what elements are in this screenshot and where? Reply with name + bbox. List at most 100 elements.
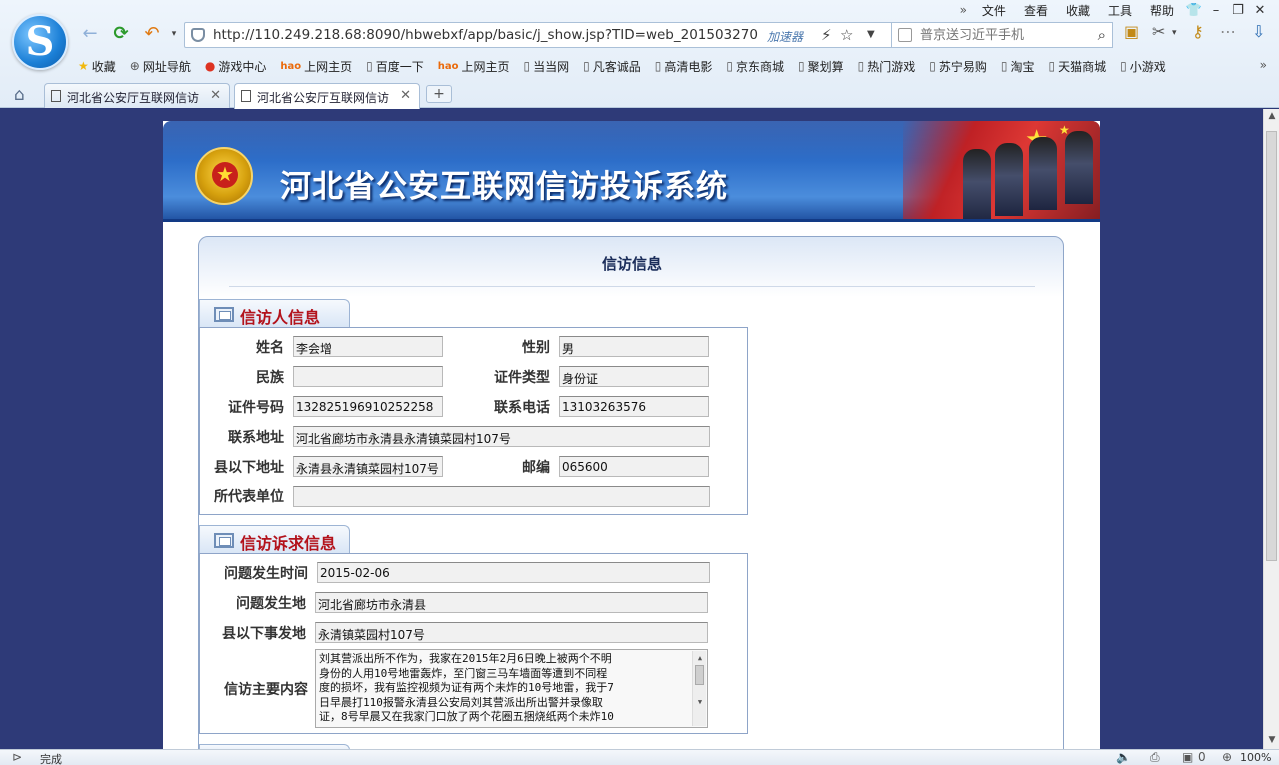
zoom-level[interactable]: 100% [1240, 751, 1271, 764]
ethnic-label: 民族 [256, 370, 284, 386]
phone-field[interactable]: 13103263576 [559, 396, 709, 417]
page-scroll-thumb[interactable] [1266, 131, 1277, 561]
bookmark-item[interactable]: ▯ 凡客诚品 [583, 58, 641, 75]
scroll-down-icon[interactable]: ▼ [693, 695, 707, 710]
bookmark-label: 上网主页 [304, 59, 353, 74]
bookmark-item[interactable]: ● 游戏中心 [205, 58, 267, 75]
scroll-thumb[interactable] [695, 665, 704, 685]
zip-label: 邮编 [522, 460, 550, 476]
bookmark-item[interactable]: ▯ 淘宝 [1001, 58, 1035, 75]
address-label: 联系地址 [228, 430, 284, 446]
screenshot-scissors-icon[interactable]: ✂ [1152, 22, 1165, 41]
scroll-down-icon[interactable]: ▼ [1264, 735, 1279, 745]
address-dropdown-icon[interactable]: ▼ [867, 29, 875, 40]
bookmark-item[interactable]: ▯ 热门游戏 [858, 58, 916, 75]
page-icon: ▯ [654, 59, 662, 73]
security-shield-icon [191, 28, 205, 42]
menu-view[interactable]: 查看 [1015, 2, 1057, 19]
bookmark-label: 天猫商城 [1058, 59, 1107, 74]
menu-expand-icon[interactable]: » [954, 3, 973, 17]
bookmark-item[interactable]: ▯ 聚划算 [798, 58, 844, 75]
ethnic-field[interactable] [293, 366, 443, 387]
sidebar-icon[interactable]: ▣ [1124, 22, 1139, 41]
address-field[interactable]: 河北省廊坊市永清县永清镇菜园村107号 [293, 426, 710, 447]
name-field[interactable]: 李会增 [293, 336, 443, 357]
county-address-field[interactable]: 永清县永清镇菜园村107号 [293, 456, 443, 477]
lightning-icon[interactable]: ⚡ [821, 26, 832, 44]
bookmark-favorites[interactable]: ★ 收藏 [78, 58, 116, 75]
section-box-petitioner: 姓名 李会增 性别 男 民族 证件类型 身份证 证件号码 13282519691… [199, 327, 748, 515]
restore-icon[interactable]: ❐ [1227, 3, 1249, 18]
id-type-label: 证件类型 [494, 370, 550, 386]
bookmarks-more-icon[interactable]: » [1260, 58, 1267, 72]
address-bar[interactable]: http://110.249.218.68:8090/hbwebxf/app/b… [184, 22, 960, 48]
zip-field[interactable]: 065600 [559, 456, 709, 477]
bookmark-item[interactable]: hao 上网主页 [438, 58, 510, 75]
close-tab-icon[interactable]: ✕ [400, 88, 411, 103]
bookmark-item[interactable]: ▯ 当当网 [524, 58, 570, 75]
occurrence-time-field[interactable]: 2015-02-06 [317, 562, 710, 583]
bookmark-item[interactable]: ▯ 苏宁易购 [929, 58, 987, 75]
page-icon: ▯ [857, 59, 865, 73]
search-engine-icon[interactable] [898, 28, 912, 42]
scroll-up-icon[interactable]: ▲ [1264, 111, 1279, 121]
gender-field[interactable]: 男 [559, 336, 709, 357]
menu-help[interactable]: 帮助 [1141, 2, 1183, 19]
search-box[interactable]: ⌕ [891, 22, 1113, 48]
search-input[interactable] [920, 26, 1085, 44]
represented-unit-field[interactable] [293, 486, 710, 507]
close-tab-icon[interactable]: ✕ [210, 88, 221, 103]
bookmark-item[interactable]: ▯ 天猫商城 [1049, 58, 1107, 75]
content-line: 日早晨打110报警永清县公安局刘其营派出所出警并录像取 [319, 695, 603, 709]
accelerator-label[interactable]: 加速器 [767, 28, 803, 45]
banner-title: 河北省公安互联网信访投诉系统 [280, 169, 728, 205]
scissors-dropdown-icon[interactable]: ▾ [1172, 28, 1177, 38]
tab-active[interactable]: 河北省公安厅互联网信访 ✕ [234, 83, 420, 109]
page-icon: ▯ [798, 59, 805, 73]
menu-tools[interactable]: 工具 [1099, 2, 1141, 19]
tab-strip: ⌂ 河北省公安厅互联网信访 ✕ 河北省公安厅互联网信访 ✕ + [0, 81, 1279, 109]
undo-dropdown-icon[interactable]: ▾ [162, 22, 186, 46]
print-icon[interactable]: ⎙ [1150, 750, 1160, 765]
undo-close-icon[interactable]: ↶ [140, 22, 164, 46]
bookmark-item[interactable]: hao 上网主页 [280, 58, 352, 75]
main-content-textarea[interactable]: 刘其营派出所不作为，我家在2015年2月6日晚上被两个不明 身份的人用10号地雷… [315, 649, 708, 728]
bookmark-item[interactable]: ⊕ 网址导航 [130, 58, 191, 75]
page-scrollbar[interactable]: ▲ ▼ [1263, 109, 1279, 749]
bookmark-item[interactable]: ▯ 高清电影 [655, 58, 713, 75]
search-icon[interactable]: ⌕ [1098, 26, 1106, 44]
emblem-star-icon: ★ [216, 162, 234, 186]
textarea-scrollbar[interactable]: ▲ ▼ [692, 651, 706, 726]
refresh-icon[interactable]: ⟳ [109, 22, 133, 46]
page-viewport: ★ ★ ★ ★ 河北省公安互联网信访投诉系统 信访信息 信访人信息 姓名 [0, 109, 1262, 749]
menu-file[interactable]: 文件 [973, 2, 1015, 19]
home-icon[interactable]: ⌂ [14, 85, 25, 105]
id-type-field[interactable]: 身份证 [559, 366, 709, 387]
close-window-icon[interactable]: ✕ [1249, 3, 1271, 18]
sogou-browser-logo-icon[interactable]: S [12, 14, 68, 70]
back-icon[interactable]: ← [78, 22, 102, 46]
scroll-up-icon[interactable]: ▲ [693, 651, 707, 666]
zoom-icon[interactable]: ⊕ [1222, 750, 1232, 764]
occurrence-place-field[interactable]: 河北省廊坊市永清县 [315, 592, 708, 613]
blocked-popups-icon[interactable]: ▣ [1182, 750, 1193, 764]
download-icon[interactable]: ⇩ [1252, 22, 1265, 41]
sidebar-toggle-icon[interactable]: ⊳ [12, 750, 22, 764]
minimize-icon[interactable]: – [1205, 3, 1227, 18]
favorite-star-icon[interactable]: ☆ [840, 26, 853, 44]
address-url[interactable]: http://110.249.218.68:8090/hbwebxf/app/b… [213, 27, 758, 43]
more-tools-icon[interactable]: ⋯ [1220, 22, 1236, 41]
new-tab-button[interactable]: + [426, 85, 452, 103]
volume-icon[interactable]: 🔈 [1116, 750, 1131, 764]
skin-icon[interactable]: 👕 [1183, 3, 1205, 18]
key-icon[interactable]: ⚷ [1192, 22, 1204, 41]
bookmark-label: 京东商城 [736, 59, 785, 74]
id-number-field[interactable]: 132825196910252258 [293, 396, 443, 417]
bookmark-item[interactable]: ▯ 百度一下 [366, 58, 424, 75]
page-icon: ▯ [726, 59, 733, 73]
bookmark-item[interactable]: ▯ 京东商城 [726, 58, 784, 75]
menu-favorites[interactable]: 收藏 [1057, 2, 1099, 19]
tab-inactive[interactable]: 河北省公安厅互联网信访 ✕ [44, 83, 230, 108]
county-place-field[interactable]: 永清镇菜园村107号 [315, 622, 708, 643]
bookmark-item[interactable]: ▯ 小游戏 [1120, 58, 1166, 75]
